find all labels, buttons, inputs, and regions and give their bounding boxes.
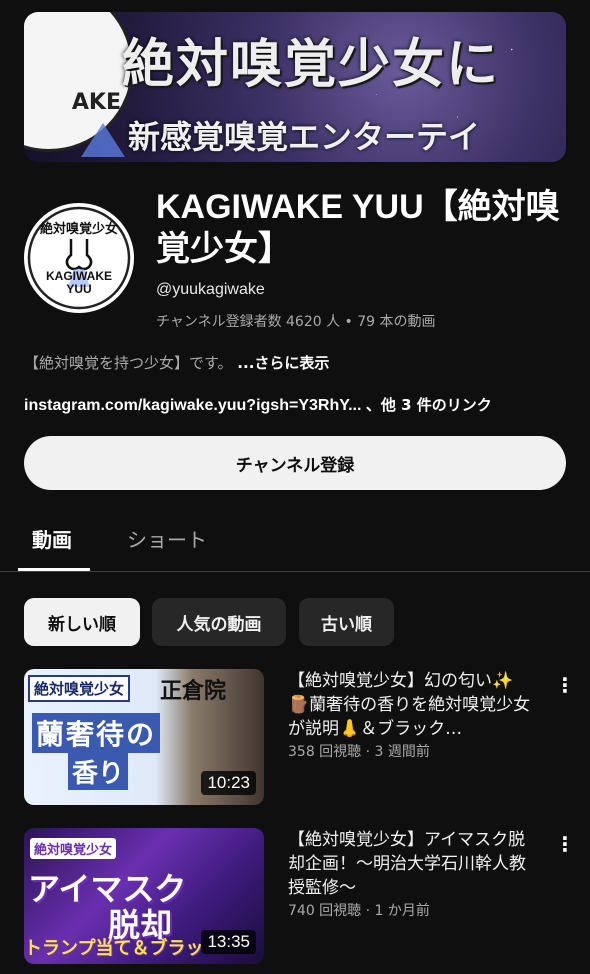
channel-links[interactable]: instagram.com/kagiwake.yuu?igsh=Y3RhY...… — [24, 394, 492, 415]
channel-banner: AKE 絶対嗅覚少女に 新感覚嗅覚エンターテイ — [24, 12, 566, 162]
banner-logo: AKE — [24, 12, 134, 157]
tab-videos[interactable]: 動画 — [32, 524, 72, 553]
banner-title: 絶対嗅覚少女に — [122, 35, 501, 95]
avatar-top-text: 絶対嗅覚少女 — [39, 221, 118, 237]
thumb-right-text: 正倉院 — [160, 678, 227, 704]
video-thumbnail[interactable]: 絶対嗅覚少女 蘭奢待の 香り 正倉院 10:23 — [24, 669, 264, 805]
channel-handle: @yuukagiwake — [156, 281, 265, 298]
tab-active-indicator — [18, 568, 90, 571]
other-links[interactable]: 、他 3 件のリンク — [366, 396, 492, 414]
banner-subtitle: 新感覚嗅覚エンターテイ — [128, 118, 481, 156]
avatar-logo-icon: 絶対嗅覚少女 KAGIWAKE YUU — [27, 206, 131, 310]
kebab-menu-icon[interactable]: ⋮ — [555, 832, 575, 856]
video-duration: 10:23 — [201, 771, 256, 795]
video-meta: 740 回視聴 · 1 か月前 — [288, 903, 430, 919]
chip-popular[interactable]: 人気の動画 — [152, 598, 286, 646]
show-more-link[interactable]: ...さらに表示 — [237, 354, 329, 372]
avatar-bot-text: YUU — [66, 282, 91, 296]
channel-stats: チャンネル登録者数 4620 人 • 79 本の動画 — [156, 314, 436, 330]
channel-tabs: 動画 ショート — [0, 512, 590, 572]
avatar-mid-text: KAGIWAKE — [46, 269, 112, 283]
chip-newest[interactable]: 新しい順 — [24, 598, 140, 646]
thumb-title-line2: 香り — [68, 753, 129, 790]
thumb-title-line1: 蘭奢待の — [32, 713, 161, 753]
video-title[interactable]: 【絶対嗅覚少女】幻の匂い✨ 🪵蘭奢待の香りを絶対嗅覚少女が説明👃＆ブラック… — [288, 669, 538, 741]
banner-logo-text: AKE — [71, 90, 121, 115]
kebab-menu-icon[interactable]: ⋮ — [555, 673, 575, 697]
thumb-tag: 絶対嗅覚少女 — [28, 675, 131, 702]
video-title[interactable]: 【絶対嗅覚少女】アイマスク脱却企画！～明治大学石川幹人教授監修～ — [288, 828, 538, 900]
video-meta: 358 回視聴 · 3 週間前 — [288, 744, 430, 760]
description-text: 【絶対嗅覚を持つ少女】です。 — [24, 354, 233, 372]
video-item[interactable]: 絶対嗅覚少女 蘭奢待の 香り 正倉院 10:23 【絶対嗅覚少女】幻の匂い✨ 🪵… — [0, 669, 590, 809]
channel-avatar[interactable]: 絶対嗅覚少女 KAGIWAKE YUU — [24, 203, 134, 313]
subscribe-button[interactable]: チャンネル登録 — [24, 436, 566, 490]
thumb-bottom-text: トランプ当て＆ブラッ — [24, 938, 204, 959]
banner-logo-triangle — [81, 123, 125, 157]
thumb-tag: 絶対嗅覚少女 — [30, 838, 117, 859]
video-item[interactable]: 絶対嗅覚少女 アイマスク 脱却 トランプ当て＆ブラッ 13:35 【絶対嗅覚少女… — [0, 828, 590, 968]
channel-name: KAGIWAKE YUU【絶対嗅覚少女】 — [156, 188, 560, 268]
video-thumbnail[interactable]: 絶対嗅覚少女 アイマスク 脱却 トランプ当て＆ブラッ 13:35 — [24, 828, 264, 964]
tab-shorts[interactable]: ショート — [127, 524, 207, 553]
channel-description[interactable]: 【絶対嗅覚を持つ少女】です。 ...さらに表示 — [24, 352, 329, 373]
chip-oldest[interactable]: 古い順 — [299, 598, 394, 646]
instagram-link[interactable]: instagram.com/kagiwake.yuu?igsh=Y3RhY... — [24, 397, 361, 414]
video-duration: 13:35 — [201, 930, 256, 954]
